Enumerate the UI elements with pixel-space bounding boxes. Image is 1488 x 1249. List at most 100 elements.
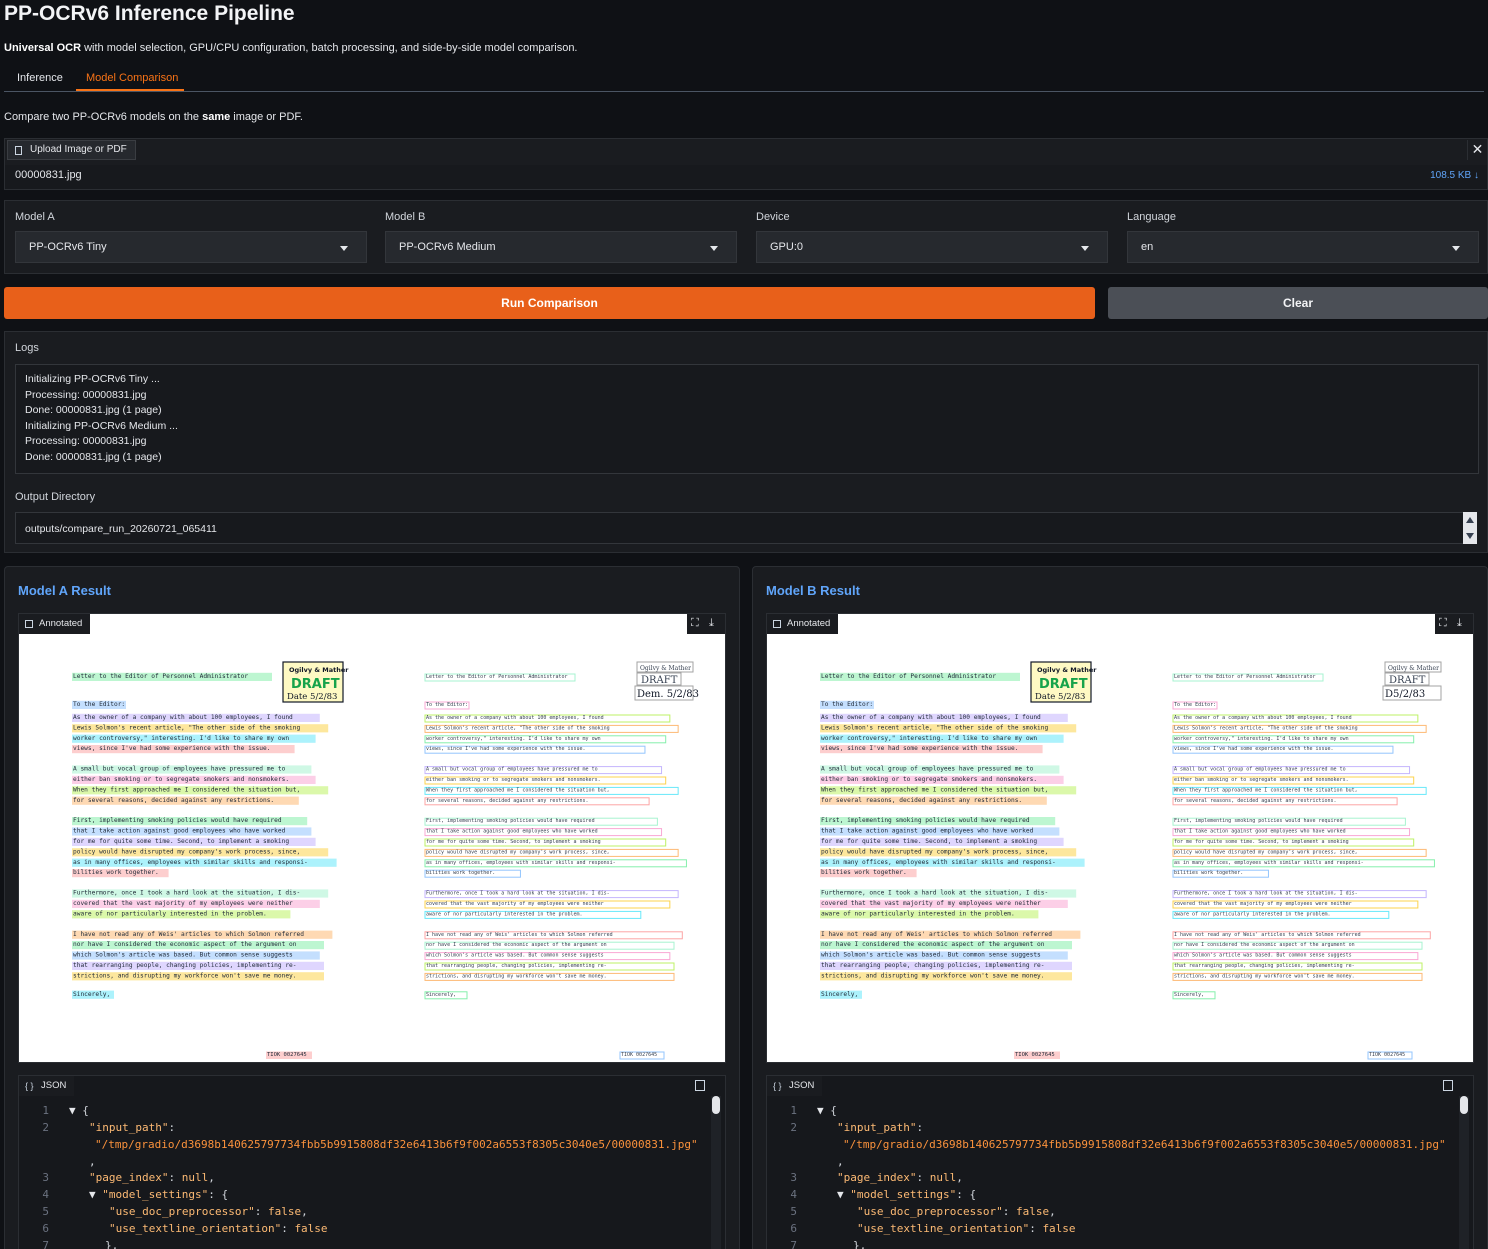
arrow-down-icon[interactable]: [1466, 533, 1474, 539]
fullscreen-icon[interactable]: ⛶: [691, 617, 699, 630]
ocr-text: As the owner of a company with about 100…: [73, 714, 293, 721]
intro-text: Compare two PP-OCRv6 models on the same …: [4, 111, 303, 123]
model-a-value: PP-OCRv6 Tiny: [29, 241, 107, 253]
ocr-text: I have not read any of Weis' articles to…: [1174, 932, 1361, 938]
tab-model-comparison[interactable]: Model Comparison: [86, 72, 178, 84]
json-line: "page_index": null,: [837, 1171, 963, 1184]
json-scrollbar[interactable]: [1459, 1096, 1469, 1249]
json-line: "use_textline_orientation": false: [857, 1222, 1076, 1235]
json-line: ▼ {: [817, 1104, 837, 1117]
ocr-text: DRAFT: [641, 675, 678, 686]
ocr-text: aware of nor particularly interested in …: [426, 911, 583, 917]
ocr-text: To the Editor:: [73, 701, 125, 708]
ocr-text: As the owner of a company with about 100…: [821, 714, 1041, 721]
logs-textarea[interactable]: Initializing PP-OCRv6 Tiny ... Processin…: [15, 364, 1479, 474]
model-a-select[interactable]: PP-OCRv6 Tiny: [15, 231, 367, 263]
ocr-text: DRAFT: [1389, 675, 1426, 686]
chevron-down-icon: [1081, 246, 1089, 251]
device-value: GPU:0: [770, 241, 804, 253]
annotated-document: Letter to the Editor of Personnel Admini…: [72, 661, 699, 1060]
ocr-text: either ban smoking or to segregate smoke…: [73, 776, 289, 783]
json-scroll-thumb[interactable]: [712, 1096, 720, 1114]
output-dir-label: Output Directory: [15, 491, 96, 503]
line-number: 7: [790, 1239, 797, 1249]
language-group: Language en: [1127, 211, 1479, 263]
ocr-text: that rearranging people, changing polici…: [1174, 963, 1355, 969]
model-a-result-panel: Model A Result Annotated ⛶ ⤓ Letter to t…: [4, 566, 740, 1249]
ocr-text: for me for quite some time. Second, to i…: [73, 838, 289, 845]
ocr-text: When they first approached me I consider…: [821, 786, 1048, 793]
image-icon: [773, 620, 781, 628]
ocr-text: nor have I considered the economic aspec…: [73, 941, 297, 948]
output-dir-field[interactable]: outputs/compare_run_20260721_065411: [15, 512, 1465, 544]
json-scroll-thumb[interactable]: [1460, 1096, 1468, 1114]
ocr-text: views, since I've had some experience wi…: [821, 745, 1018, 752]
line-number: 6: [42, 1222, 49, 1235]
draft-stamp: Ogilvy & Mather DRAFTDate 5/2/83: [282, 661, 349, 703]
file-download-link[interactable]: 108.5 KB ↓: [1430, 170, 1479, 181]
image-toolbar: ⛶ ⤓: [687, 614, 725, 634]
upload-button[interactable]: Upload Image or PDF: [7, 140, 136, 160]
ocr-text: for several reasons, decided against any…: [426, 798, 589, 804]
ocr-text: To the Editor:: [1174, 702, 1216, 708]
ocr-text: policy would have disrupted my company's…: [73, 848, 300, 855]
ocr-text: First, implementing smoking policies wou…: [1174, 818, 1343, 824]
draft-stamp: Ogilvy & Mather DRAFTDate 5/2/83: [1030, 661, 1097, 703]
json-scrollbar[interactable]: [711, 1096, 721, 1249]
tab-active-indicator: [76, 89, 184, 91]
model-a-label: Model A: [15, 211, 55, 223]
output-dir-scroll[interactable]: [1463, 512, 1477, 544]
download-icon[interactable]: ⤓: [1457, 617, 1462, 630]
json-line: "input_path":: [837, 1121, 924, 1134]
download-icon[interactable]: ⤓: [709, 617, 714, 630]
fullscreen-icon[interactable]: ⛶: [1439, 617, 1447, 630]
upload-panel: Upload Image or PDF ✕ 00000831.jpg 108.5…: [4, 138, 1488, 190]
ocr-text: for me for quite some time. Second, to i…: [426, 839, 601, 845]
ocr-text: nor have I considered the economic aspec…: [821, 941, 1045, 948]
upload-button-label: Upload Image or PDF: [30, 144, 127, 155]
tab-inference[interactable]: Inference: [17, 72, 63, 84]
image-tag: Annotated: [767, 614, 839, 634]
page-subtitle: Universal OCR with model selection, GPU/…: [4, 42, 578, 54]
clear-button[interactable]: Clear: [1108, 287, 1488, 319]
ocr-text: I have not read any of Weis' articles to…: [426, 932, 613, 938]
model-a-json-panel: { } JSON 1 ▼ { 2 "input_path": "/tmp/grad…: [18, 1075, 726, 1249]
close-icon[interactable]: ✕: [1467, 140, 1487, 160]
ocr-text: Sincerely,: [73, 991, 110, 998]
tab-bar: Inference Model Comparison: [4, 68, 1484, 92]
json-tag-label: JSON: [41, 1080, 67, 1091]
model-b-result-panel: Model B Result Annotated ⛶ ⤓ Letter to t…: [752, 566, 1488, 1249]
model-b-label: Model B: [385, 211, 426, 223]
line-number: 7: [42, 1239, 49, 1249]
json-line: ,: [89, 1155, 96, 1168]
model-a-group: Model A PP-OCRv6 Tiny: [15, 211, 367, 263]
language-value: en: [1141, 241, 1154, 253]
copy-icon[interactable]: [695, 1080, 705, 1091]
copy-icon[interactable]: [1443, 1080, 1453, 1091]
model-b-select[interactable]: PP-OCRv6 Medium: [385, 231, 737, 263]
ocr-text: A small but vocal group of employees hav…: [821, 766, 1034, 773]
arrow-up-icon[interactable]: [1466, 517, 1474, 523]
ocr-text: which Solmon's article was based. But co…: [73, 952, 293, 959]
language-select[interactable]: en: [1127, 231, 1479, 263]
device-select[interactable]: GPU:0: [756, 231, 1108, 263]
ocr-text: strictions, and disrupting my workforce …: [426, 973, 607, 979]
ocr-text: worker controversy," interesting. I'd li…: [821, 735, 1037, 742]
ocr-text: TIOK 0027645: [1015, 1052, 1055, 1058]
ocr-text: Furthermore, once I took a hard look at …: [426, 891, 610, 897]
line-number: 5: [42, 1205, 49, 1218]
log-line: Done: 00000831.jpg (1 page): [25, 404, 162, 416]
ocr-text: strictions, and disrupting my workforce …: [1174, 973, 1355, 979]
ocr-text: either ban smoking or to segregate smoke…: [821, 776, 1037, 783]
svg-text:DRAFT: DRAFT: [1039, 677, 1088, 692]
run-comparison-button[interactable]: Run Comparison: [4, 287, 1095, 319]
ocr-text: worker controversy," interesting. I'd li…: [1174, 736, 1349, 742]
ocr-text: When they first approached me I consider…: [426, 787, 610, 793]
ocr-text: bilities work together.: [1174, 870, 1243, 876]
ocr-text: To the Editor:: [821, 701, 873, 708]
chevron-down-icon: [710, 246, 718, 251]
image-tag: Annotated: [19, 614, 91, 634]
ocr-text: Ogilvy & Mather: [640, 665, 691, 672]
log-line: Processing: 00000831.jpg: [25, 388, 147, 401]
ocr-text: TIOK 0027645: [621, 1052, 657, 1058]
